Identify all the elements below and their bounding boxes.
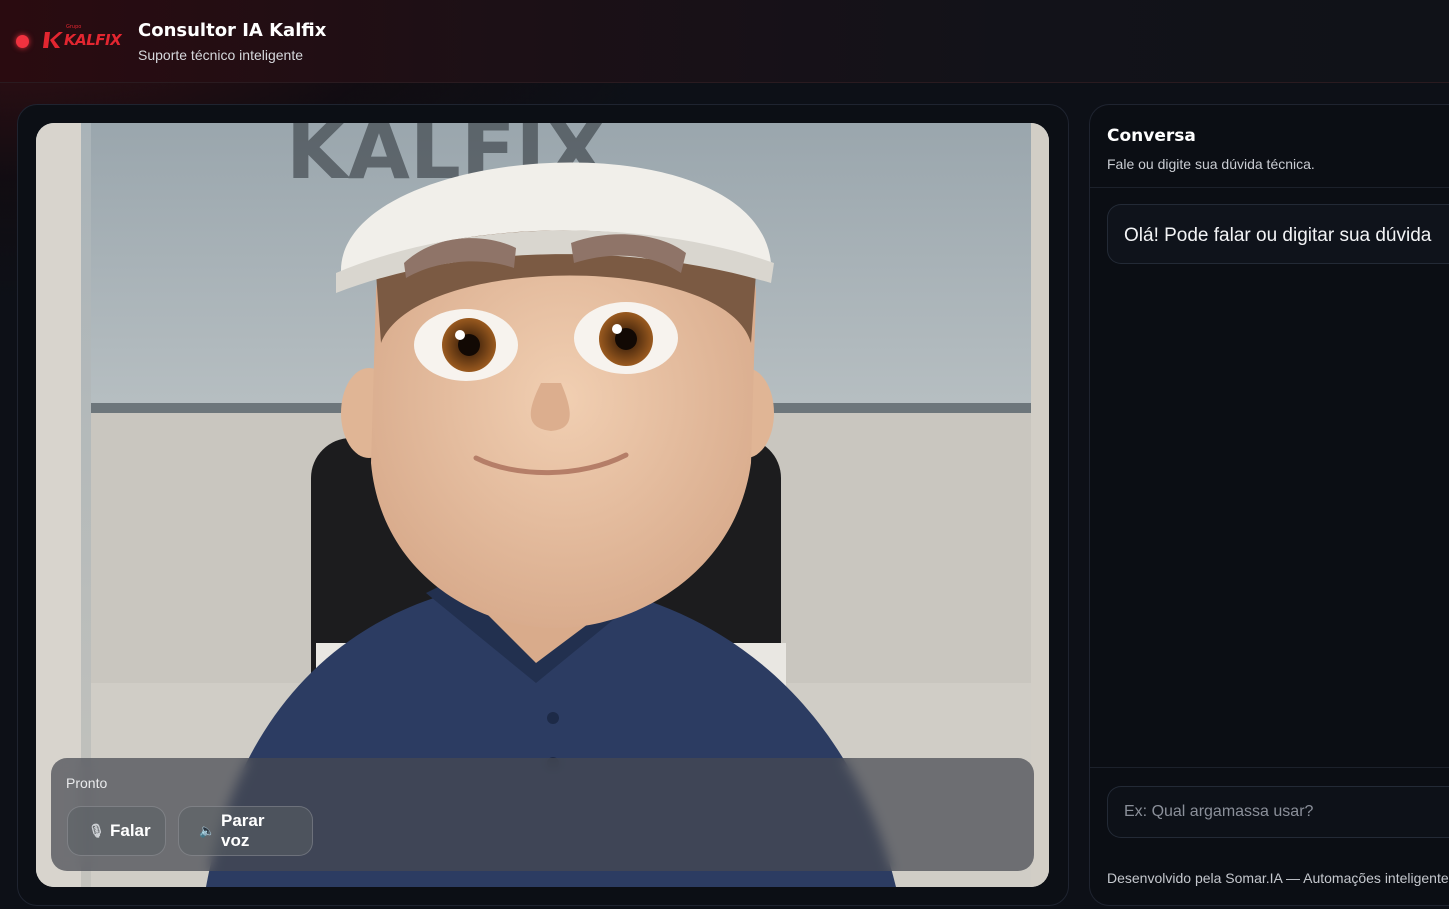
microphone-icon: 🎙: [88, 823, 105, 838]
chat-title: Conversa: [1107, 126, 1196, 146]
logo-group-label: Grupo: [66, 24, 82, 30]
status-indicator: [16, 35, 29, 48]
logo-k-icon: [43, 32, 63, 48]
app-header: Grupo KALFIX Consultor IA Kalfix Suporte…: [0, 0, 1449, 83]
stop-voice-button-label: Parar voz: [221, 811, 265, 850]
chat-input[interactable]: [1107, 786, 1449, 838]
logo-wordmark: KALFIX: [64, 31, 122, 49]
kalfix-logo: Grupo KALFIX: [42, 24, 128, 52]
voice-controls-panel: Pronto 🎙 Falar 🔈 Parar voz: [51, 758, 1034, 871]
speaker-icon: 🔈: [199, 823, 216, 838]
assistant-message: Olá! Pode falar ou digitar sua dúvida: [1107, 204, 1449, 264]
chat-input-divider: [1090, 767, 1449, 768]
speak-button[interactable]: 🎙 Falar: [67, 806, 166, 856]
footer-credit: Desenvolvido pela Somar.IA — Automações …: [1107, 870, 1449, 886]
app-title: Consultor IA Kalfix: [138, 20, 327, 41]
app-subtitle: Suporte técnico inteligente: [138, 47, 303, 63]
chat-subtitle: Fale ou digite sua dúvida técnica.: [1107, 156, 1315, 172]
stop-voice-button[interactable]: 🔈 Parar voz: [178, 806, 313, 856]
speak-button-label: Falar: [110, 821, 151, 840]
status-label: Pronto: [66, 775, 108, 791]
chat-divider: [1090, 187, 1449, 188]
